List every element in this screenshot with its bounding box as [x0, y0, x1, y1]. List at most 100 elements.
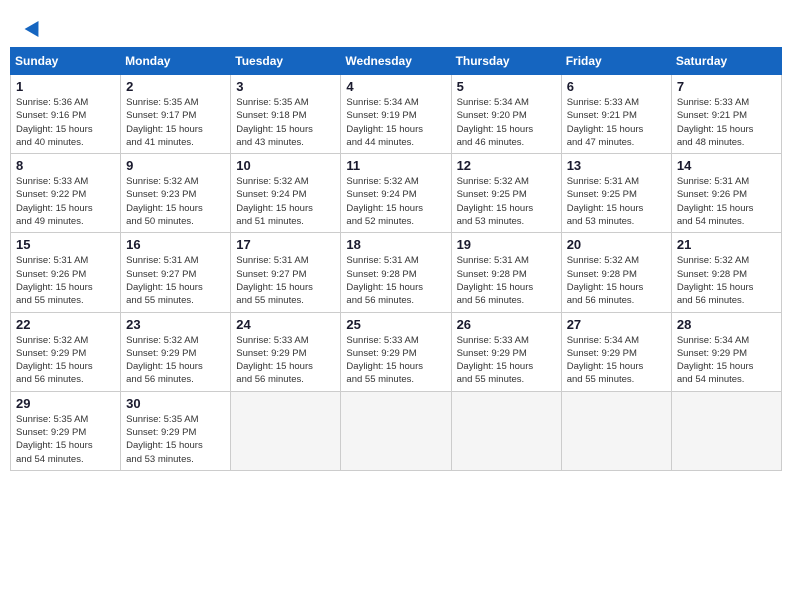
day-number: 14 [677, 158, 776, 173]
day-info: Sunrise: 5:35 AMSunset: 9:17 PMDaylight:… [126, 96, 225, 149]
calendar-day-16: 16 Sunrise: 5:31 AMSunset: 9:27 PMDayligh… [121, 233, 231, 312]
day-number: 24 [236, 317, 335, 332]
day-number: 23 [126, 317, 225, 332]
day-info: Sunrise: 5:31 AMSunset: 9:28 PMDaylight:… [346, 254, 445, 307]
day-number: 7 [677, 79, 776, 94]
day-number: 6 [567, 79, 666, 94]
day-info: Sunrise: 5:31 AMSunset: 9:27 PMDaylight:… [126, 254, 225, 307]
calendar-week-4: 22 Sunrise: 5:32 AMSunset: 9:29 PMDayligh… [11, 312, 782, 391]
calendar-header-tuesday: Tuesday [231, 48, 341, 75]
day-info: Sunrise: 5:31 AMSunset: 9:26 PMDaylight:… [16, 254, 115, 307]
day-number: 21 [677, 237, 776, 252]
calendar-day-13: 13 Sunrise: 5:31 AMSunset: 9:25 PMDayligh… [561, 154, 671, 233]
calendar-day-24: 24 Sunrise: 5:33 AMSunset: 9:29 PMDayligh… [231, 312, 341, 391]
day-number: 9 [126, 158, 225, 173]
calendar-day-15: 15 Sunrise: 5:31 AMSunset: 9:26 PMDayligh… [11, 233, 121, 312]
calendar-header-friday: Friday [561, 48, 671, 75]
day-info: Sunrise: 5:31 AMSunset: 9:27 PMDaylight:… [236, 254, 335, 307]
day-info: Sunrise: 5:31 AMSunset: 9:28 PMDaylight:… [457, 254, 556, 307]
calendar-day-10: 10Sunrise: 5:32 AMSunset: 9:24 PMDayligh… [231, 154, 341, 233]
calendar-day-14: 14 Sunrise: 5:31 AMSunset: 9:26 PMDayligh… [671, 154, 781, 233]
day-number: 13 [567, 158, 666, 173]
day-info: Sunrise: 5:35 AMSunset: 9:29 PMDaylight:… [126, 413, 225, 466]
day-info: Sunrise: 5:33 AMSunset: 9:29 PMDaylight:… [457, 334, 556, 387]
calendar-week-1: 1 Sunrise: 5:36 AMSunset: 9:16 PMDaylight… [11, 75, 782, 154]
calendar-day-26: 26 Sunrise: 5:33 AMSunset: 9:29 PMDayligh… [451, 312, 561, 391]
calendar-header-thursday: Thursday [451, 48, 561, 75]
calendar-day-27: 27Sunrise: 5:34 AMSunset: 9:29 PMDayligh… [561, 312, 671, 391]
calendar-day-empty [341, 391, 451, 470]
day-number: 3 [236, 79, 335, 94]
calendar-header-saturday: Saturday [671, 48, 781, 75]
day-info: Sunrise: 5:32 AMSunset: 9:29 PMDaylight:… [16, 334, 115, 387]
day-info: Sunrise: 5:34 AMSunset: 9:29 PMDaylight:… [677, 334, 776, 387]
calendar-header-sunday: Sunday [11, 48, 121, 75]
calendar-day-23: 23 Sunrise: 5:32 AMSunset: 9:29 PMDayligh… [121, 312, 231, 391]
day-number: 29 [16, 396, 115, 411]
calendar-day-8: 8 Sunrise: 5:33 AMSunset: 9:22 PMDaylight… [11, 154, 121, 233]
day-number: 1 [16, 79, 115, 94]
calendar-day-empty [231, 391, 341, 470]
day-info: Sunrise: 5:32 AMSunset: 9:24 PMDaylight:… [236, 175, 335, 228]
day-info: Sunrise: 5:34 AMSunset: 9:20 PMDaylight:… [457, 96, 556, 149]
calendar-day-9: 9 Sunrise: 5:32 AMSunset: 9:23 PMDaylight… [121, 154, 231, 233]
day-number: 11 [346, 158, 445, 173]
day-info: Sunrise: 5:34 AMSunset: 9:29 PMDaylight:… [567, 334, 666, 387]
day-info: Sunrise: 5:32 AMSunset: 9:25 PMDaylight:… [457, 175, 556, 228]
day-info: Sunrise: 5:35 AMSunset: 9:18 PMDaylight:… [236, 96, 335, 149]
day-number: 12 [457, 158, 556, 173]
day-info: Sunrise: 5:33 AMSunset: 9:29 PMDaylight:… [236, 334, 335, 387]
day-number: 16 [126, 237, 225, 252]
day-number: 19 [457, 237, 556, 252]
day-number: 28 [677, 317, 776, 332]
day-info: Sunrise: 5:36 AMSunset: 9:16 PMDaylight:… [16, 96, 115, 149]
calendar-day-7: 7 Sunrise: 5:33 AMSunset: 9:21 PMDaylight… [671, 75, 781, 154]
day-info: Sunrise: 5:33 AMSunset: 9:22 PMDaylight:… [16, 175, 115, 228]
day-info: Sunrise: 5:32 AMSunset: 9:29 PMDaylight:… [126, 334, 225, 387]
calendar-day-3: 3 Sunrise: 5:35 AMSunset: 9:18 PMDaylight… [231, 75, 341, 154]
calendar-day-4: 4Sunrise: 5:34 AMSunset: 9:19 PMDaylight… [341, 75, 451, 154]
calendar-day-empty [561, 391, 671, 470]
calendar-day-29: 29Sunrise: 5:35 AMSunset: 9:29 PMDayligh… [11, 391, 121, 470]
day-info: Sunrise: 5:32 AMSunset: 9:28 PMDaylight:… [567, 254, 666, 307]
calendar-week-2: 8 Sunrise: 5:33 AMSunset: 9:22 PMDaylight… [11, 154, 782, 233]
calendar-day-19: 19 Sunrise: 5:31 AMSunset: 9:28 PMDayligh… [451, 233, 561, 312]
day-number: 20 [567, 237, 666, 252]
calendar-day-21: 21 Sunrise: 5:32 AMSunset: 9:28 PMDayligh… [671, 233, 781, 312]
calendar-day-6: 6 Sunrise: 5:33 AMSunset: 9:21 PMDaylight… [561, 75, 671, 154]
calendar-day-18: 18 Sunrise: 5:31 AMSunset: 9:28 PMDayligh… [341, 233, 451, 312]
calendar-day-20: 20 Sunrise: 5:32 AMSunset: 9:28 PMDayligh… [561, 233, 671, 312]
day-info: Sunrise: 5:32 AMSunset: 9:24 PMDaylight:… [346, 175, 445, 228]
calendar-header-wednesday: Wednesday [341, 48, 451, 75]
day-info: Sunrise: 5:32 AMSunset: 9:28 PMDaylight:… [677, 254, 776, 307]
calendar-week-3: 15 Sunrise: 5:31 AMSunset: 9:26 PMDayligh… [11, 233, 782, 312]
day-info: Sunrise: 5:31 AMSunset: 9:25 PMDaylight:… [567, 175, 666, 228]
day-number: 25 [346, 317, 445, 332]
logo-triangle-icon [25, 17, 46, 37]
day-number: 18 [346, 237, 445, 252]
calendar-table: SundayMondayTuesdayWednesdayThursdayFrid… [10, 47, 782, 471]
day-number: 26 [457, 317, 556, 332]
day-number: 17 [236, 237, 335, 252]
page-header [10, 10, 782, 39]
calendar-day-22: 22 Sunrise: 5:32 AMSunset: 9:29 PMDayligh… [11, 312, 121, 391]
calendar-week-5: 29 Sunrise: 5:35 AMSunset: 9:29 PMDayligh… [11, 391, 782, 470]
day-info: Sunrise: 5:34 AMSunset: 9:19 PMDaylight:… [346, 96, 445, 149]
calendar-day-30: 30Sunrise: 5:35 AMSunset: 9:29 PMDayligh… [121, 391, 231, 470]
logo [25, 20, 43, 34]
day-info: Sunrise: 5:33 AMSunset: 9:21 PMDaylight:… [677, 96, 776, 149]
day-info: Sunrise: 5:33 AMSunset: 9:29 PMDaylight:… [346, 334, 445, 387]
day-info: Sunrise: 5:32 AMSunset: 9:23 PMDaylight:… [126, 175, 225, 228]
calendar-day-25: 25 Sunrise: 5:33 AMSunset: 9:29 PMDayligh… [341, 312, 451, 391]
day-number: 22 [16, 317, 115, 332]
calendar-header-row: SundayMondayTuesdayWednesdayThursdayFrid… [11, 48, 782, 75]
day-number: 8 [16, 158, 115, 173]
day-number: 2 [126, 79, 225, 94]
calendar-header-monday: Monday [121, 48, 231, 75]
calendar-day-5: 5Sunrise: 5:34 AMSunset: 9:20 PMDaylight… [451, 75, 561, 154]
day-info: Sunrise: 5:33 AMSunset: 9:21 PMDaylight:… [567, 96, 666, 149]
day-info: Sunrise: 5:31 AMSunset: 9:26 PMDaylight:… [677, 175, 776, 228]
calendar-day-empty [451, 391, 561, 470]
day-number: 15 [16, 237, 115, 252]
calendar-day-17: 17 Sunrise: 5:31 AMSunset: 9:27 PMDayligh… [231, 233, 341, 312]
